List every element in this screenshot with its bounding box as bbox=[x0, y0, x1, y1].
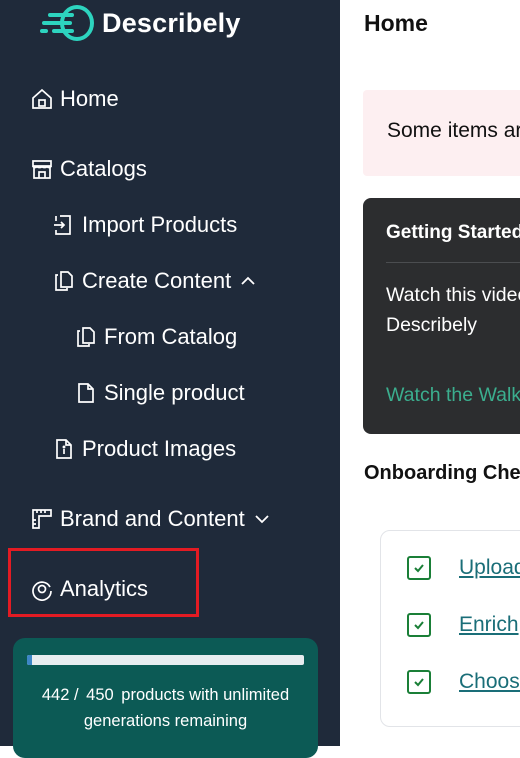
sidebar-item-brand-and-content[interactable]: Brand and Content bbox=[30, 506, 277, 532]
checkbox-checked[interactable] bbox=[407, 556, 431, 580]
checklist-item-label[interactable]: Choose bbox=[459, 670, 520, 694]
getting-started-title: Getting Started bbox=[386, 222, 520, 243]
sidebar-item-label: Create Content bbox=[82, 268, 232, 293]
sidebar-item-label: From Catalog bbox=[104, 324, 238, 349]
home-icon bbox=[32, 88, 52, 109]
alert-banner: Some items are bbox=[363, 90, 520, 176]
sidebar-item-import-products[interactable]: Import Products bbox=[52, 212, 237, 238]
store-icon bbox=[32, 160, 52, 179]
main-content: Home Some items are Getting Started Watc… bbox=[340, 0, 520, 746]
sidebar-item-catalogs[interactable]: Catalogs bbox=[30, 156, 147, 182]
chevron-up-icon[interactable] bbox=[239, 272, 257, 290]
sidebar-item-label: Brand and Content bbox=[60, 506, 245, 531]
sidebar-item-label: Home bbox=[60, 86, 119, 111]
sidebar-item-label: Catalogs bbox=[60, 156, 147, 181]
chevron-down-icon[interactable] bbox=[253, 510, 271, 528]
sidebar-item-home[interactable]: Home bbox=[30, 86, 119, 112]
checklist-item[interactable]: Enrich bbox=[407, 613, 519, 637]
getting-started-body-line2: Describely bbox=[386, 314, 478, 336]
credits-text-line1: products with unlimited bbox=[121, 686, 290, 704]
file-info-icon bbox=[56, 439, 72, 459]
onboarding-checklist-title: Onboarding Checklist bbox=[364, 462, 520, 484]
copy-icon bbox=[55, 271, 73, 291]
checklist-item[interactable]: Choose bbox=[407, 670, 520, 694]
sidebar-item-from-catalog[interactable]: From Catalog bbox=[74, 324, 237, 350]
checkmark-icon bbox=[414, 621, 424, 630]
checklist-item-label[interactable]: Upload bbox=[459, 556, 520, 580]
file-icon bbox=[78, 383, 94, 403]
logo[interactable]: Describely bbox=[40, 4, 241, 42]
card-divider bbox=[386, 262, 520, 263]
onboarding-checklist: Upload Enrich Choose bbox=[380, 530, 520, 727]
credits-text: 442 / 450 products with unlimited genera… bbox=[19, 682, 312, 734]
ruler-icon bbox=[32, 509, 52, 529]
credits-line-1: 442 / 450 products with unlimited bbox=[19, 682, 312, 708]
sidebar-item-create-content[interactable]: Create Content bbox=[52, 268, 263, 294]
checklist-item[interactable]: Upload bbox=[407, 556, 520, 580]
credits-progress-fill bbox=[27, 655, 32, 665]
checkmark-icon bbox=[414, 564, 424, 573]
sidebar-item-label: Product Images bbox=[82, 436, 237, 461]
copy-icon bbox=[77, 327, 95, 347]
credits-total: 450 bbox=[86, 686, 114, 704]
logo-text: Describely bbox=[102, 7, 241, 38]
page-title: Home bbox=[364, 10, 428, 36]
sidebar-item-label: Single product bbox=[104, 380, 245, 405]
checkbox-checked[interactable] bbox=[407, 670, 431, 694]
checkmark-icon bbox=[414, 678, 424, 687]
checkbox-checked[interactable] bbox=[407, 613, 431, 637]
alert-text: Some items are bbox=[387, 119, 520, 142]
import-icon bbox=[54, 215, 71, 235]
analytics-highlight-box bbox=[8, 548, 199, 617]
credits-text-line2: generations remaining bbox=[83, 712, 248, 730]
credits-progress-bar bbox=[27, 655, 304, 665]
getting-started-body-line1: Watch this video bbox=[386, 284, 520, 306]
checklist-item-label[interactable]: Enrich bbox=[459, 613, 519, 637]
credits-used: 442 / bbox=[41, 686, 79, 704]
sidebar-item-single-product[interactable]: Single product bbox=[74, 380, 245, 406]
getting-started-body: Watch this video Describely bbox=[386, 280, 520, 340]
watch-walkthrough-link[interactable]: Watch the Walkthrough bbox=[386, 384, 520, 407]
sidebar-item-label: Import Products bbox=[82, 212, 238, 237]
credits-card: 442 / 450 products with unlimited genera… bbox=[13, 638, 318, 758]
getting-started-card: Getting Started Watch this video Describ… bbox=[363, 198, 520, 434]
sidebar: Describely Home Catalogs Import Products… bbox=[0, 0, 340, 758]
describely-logo-icon bbox=[40, 5, 94, 41]
sidebar-item-product-images[interactable]: Product Images bbox=[52, 436, 236, 462]
